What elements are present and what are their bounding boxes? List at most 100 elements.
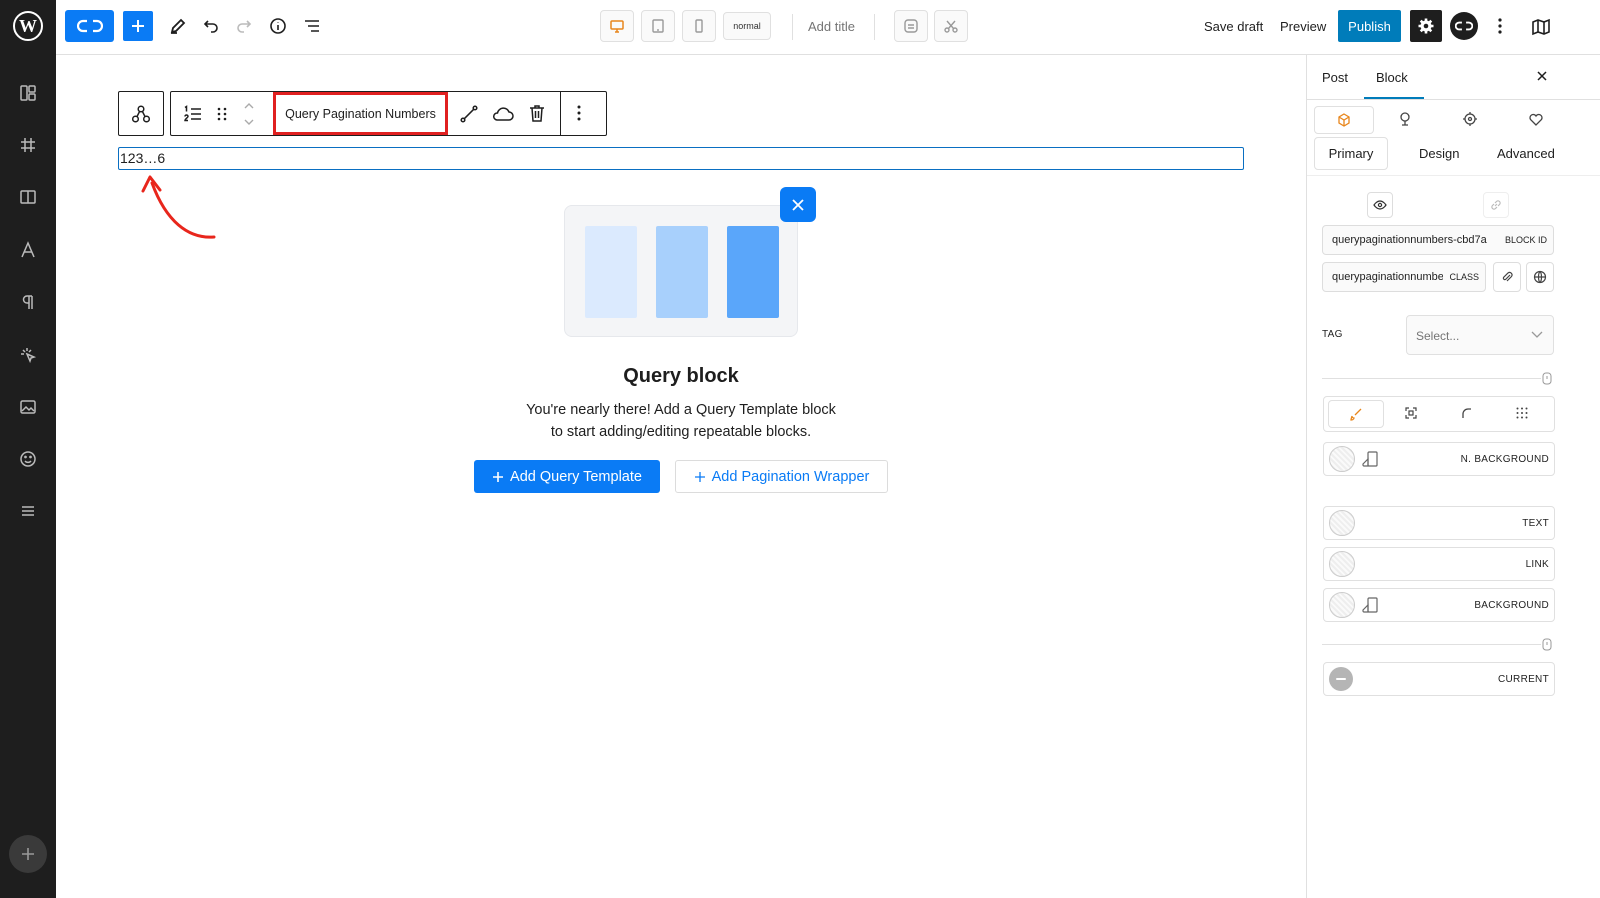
typography-icon[interactable] (14, 236, 42, 264)
add-query-template-button[interactable]: Add Query Template (474, 460, 660, 493)
add-query-template-label: Add Query Template (510, 468, 642, 485)
link-line-icon[interactable] (459, 104, 479, 124)
preview-button[interactable]: Preview (1280, 19, 1326, 34)
collapse-handle-icon[interactable] (1542, 638, 1552, 651)
heart-icon[interactable] (1528, 111, 1544, 127)
block-id-field[interactable]: querypaginationnumbers-cbd7a BLOCK ID (1322, 225, 1554, 255)
settings-gear-icon[interactable] (1410, 10, 1442, 42)
color-row-label: BACKGROUND (1474, 599, 1549, 611)
paragraph-icon[interactable] (14, 288, 42, 316)
color-row-background[interactable]: BACKGROUND (1323, 588, 1555, 622)
color-row-n-background[interactable]: N. BACKGROUND (1323, 442, 1555, 476)
subtab-design[interactable]: Design (1419, 146, 1459, 161)
gradient-icon[interactable] (1361, 596, 1379, 614)
globe-icon[interactable] (1526, 262, 1554, 292)
save-draft-button[interactable]: Save draft (1204, 19, 1263, 34)
color-swatch[interactable] (1329, 510, 1355, 536)
illustration-bar (585, 226, 637, 318)
add-plus-icon[interactable] (9, 835, 47, 873)
template-icon[interactable] (894, 10, 928, 42)
color-row-current[interactable]: CURRENT (1323, 662, 1555, 696)
mobile-view-icon[interactable] (682, 10, 716, 42)
placeholder-title: Query block (623, 365, 739, 387)
info-icon[interactable] (266, 14, 290, 38)
parent-block-icon (131, 104, 151, 123)
add-pagination-wrapper-button[interactable]: Add Pagination Wrapper (675, 460, 888, 493)
list-view-icon[interactable] (300, 14, 324, 38)
block-id-label: BLOCK ID (1498, 235, 1553, 245)
color-swatch[interactable] (1329, 592, 1355, 618)
brand-logo-button[interactable] (65, 10, 114, 42)
query-illustration (564, 205, 798, 337)
wordpress-logo-icon[interactable]: W (12, 10, 44, 42)
trash-icon[interactable] (527, 103, 547, 123)
illustration-bar (656, 226, 708, 318)
placeholder-desc-line: You're nearly there! Add a Query Templat… (526, 402, 836, 418)
attachment-icon[interactable] (1493, 262, 1521, 292)
close-placeholder-button[interactable] (780, 187, 816, 222)
gradient-icon[interactable] (1361, 450, 1379, 468)
link-icon[interactable] (1483, 192, 1509, 218)
close-sidebar-icon[interactable] (1535, 69, 1549, 83)
svg-text:W: W (19, 16, 37, 36)
style-toolbar (1323, 396, 1555, 432)
redo-icon[interactable] (232, 14, 256, 38)
subtab-advanced[interactable]: Advanced (1497, 146, 1555, 161)
spacing-icon[interactable] (1404, 406, 1418, 420)
color-row-link[interactable]: LINK (1323, 547, 1555, 581)
class-field[interactable]: querypaginationnumbers CLASS (1322, 262, 1486, 292)
smiley-icon[interactable] (14, 445, 42, 473)
map-icon[interactable] (1528, 14, 1554, 40)
color-swatch[interactable] (1329, 551, 1355, 577)
dots-grid-icon[interactable] (1515, 406, 1529, 420)
brush-icon[interactable] (1397, 111, 1413, 127)
target-icon[interactable] (1462, 111, 1478, 127)
columns-icon[interactable] (14, 183, 42, 211)
grid-hash-icon[interactable] (14, 131, 42, 159)
block-options-icon[interactable] (577, 105, 581, 121)
cloud-icon[interactable] (491, 104, 515, 124)
pagination-numbers-block[interactable]: 123…6 (118, 147, 1244, 170)
edit-pencil-icon[interactable] (166, 14, 190, 38)
move-up-down-icon[interactable] (241, 98, 257, 130)
interactions-icon[interactable] (14, 341, 42, 369)
add-title-field[interactable]: Add title (808, 19, 855, 34)
class-value: querypaginationnumbers (1332, 271, 1444, 283)
collapse-handle-icon[interactable] (1542, 372, 1552, 385)
tag-label: TAG (1322, 329, 1343, 340)
publish-button[interactable]: Publish (1338, 10, 1401, 42)
left-sidebar: W (0, 0, 56, 898)
plus-icon (493, 471, 504, 482)
divider (1322, 378, 1541, 379)
undo-icon[interactable] (199, 14, 223, 38)
numbered-list-icon[interactable] (183, 104, 203, 124)
plugin-logo-icon[interactable] (1450, 12, 1478, 40)
block-settings-icon[interactable] (1314, 106, 1374, 134)
divider (792, 14, 793, 40)
menu-lines-icon[interactable] (14, 497, 42, 525)
drag-handle-icon[interactable] (215, 105, 229, 123)
select-parent-button[interactable] (118, 91, 164, 136)
desktop-view-icon[interactable] (600, 10, 634, 42)
image-icon[interactable] (14, 393, 42, 421)
color-row-label: CURRENT (1498, 673, 1549, 685)
scissors-icon[interactable] (934, 10, 968, 42)
subtab-primary[interactable]: Primary (1314, 137, 1388, 170)
color-swatch[interactable] (1329, 446, 1355, 472)
more-options-icon[interactable] (1488, 14, 1512, 38)
tab-post[interactable]: Post (1322, 70, 1348, 85)
color-brush-icon[interactable] (1328, 400, 1384, 428)
add-pagination-wrapper-label: Add Pagination Wrapper (711, 468, 870, 485)
radius-icon[interactable] (1460, 406, 1474, 420)
inserter-plus-button[interactable] (123, 11, 153, 41)
visibility-eye-icon[interactable] (1367, 192, 1393, 218)
layout-icon[interactable] (14, 79, 42, 107)
tab-block[interactable]: Block (1364, 55, 1424, 99)
block-name-label[interactable]: Query Pagination Numbers (273, 92, 448, 135)
tablet-view-icon[interactable] (641, 10, 675, 42)
tag-select[interactable]: Select... (1406, 315, 1554, 355)
color-row-text[interactable]: TEXT (1323, 506, 1555, 540)
minus-circle-icon[interactable] (1329, 667, 1353, 691)
block-id-value: querypaginationnumbers-cbd7a (1332, 234, 1487, 246)
device-mode-select[interactable]: normal (723, 12, 771, 40)
